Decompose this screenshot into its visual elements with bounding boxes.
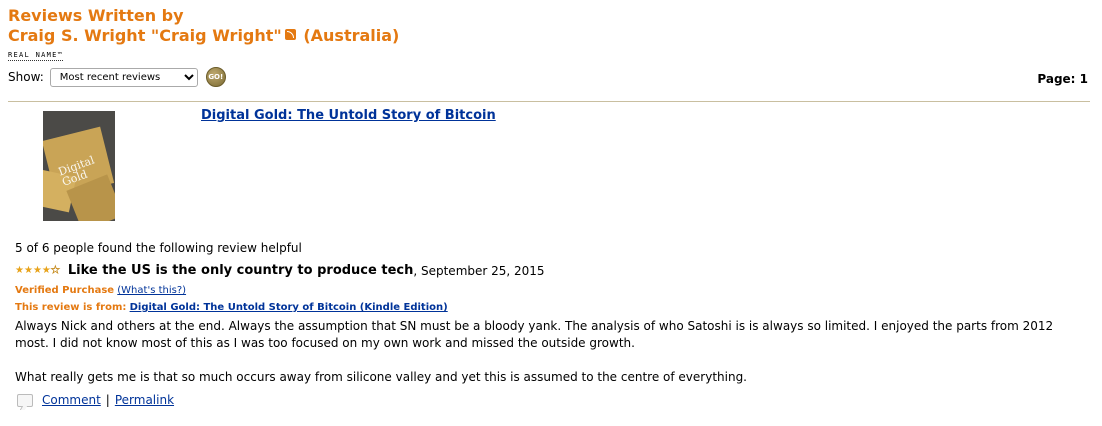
sort-select[interactable]: Most recent reviews: [49, 67, 198, 87]
helpful-votes: 5 of 6 people found the following review…: [15, 241, 302, 255]
go-button[interactable]: GO!: [205, 67, 226, 87]
star-rating: ★ ★ ★ ★ ★: [15, 264, 60, 276]
heading-line1: Reviews Written by: [8, 6, 184, 25]
product-title-link[interactable]: Digital Gold: The Untold Story of Bitcoi…: [201, 108, 496, 123]
review-paragraph: What really gets me is that so much occu…: [15, 370, 747, 384]
star-icon: ★: [15, 264, 24, 276]
review-header: ★ ★ ★ ★ ★ Like the US is the only country to…: [15, 263, 545, 278]
page-indicator: Page: 1: [1037, 72, 1088, 86]
real-name-badge[interactable]: REAL NAME™: [8, 51, 64, 61]
review-actions: Comment | Permalink: [17, 393, 174, 407]
comment-link[interactable]: Comment: [42, 393, 101, 407]
star-icon: ★: [41, 264, 51, 276]
permalink-link[interactable]: Permalink: [115, 393, 174, 407]
review-date: , September 25, 2015: [413, 263, 545, 278]
review-body: Always Nick and others at the end. Alway…: [15, 318, 1090, 403]
reviewer-location: (Australia): [303, 26, 400, 45]
separator: |: [105, 393, 110, 407]
rss-icon[interactable]: [284, 29, 296, 40]
book-cover-image[interactable]: Digital Gold: [43, 111, 115, 221]
page-heading: Reviews Written by Craig S. Wright "Crai…: [8, 6, 399, 46]
star-icon: ★: [50, 264, 60, 276]
show-label: Show:: [8, 70, 44, 84]
heading-line2: Craig S. Wright "Craig Wright" (Australi…: [8, 26, 399, 46]
whats-this-link[interactable]: (What's this?): [117, 285, 186, 296]
review-source-label: This review is from:: [15, 302, 127, 313]
star-icon: ★: [32, 264, 42, 276]
reviewer-name: Craig S. Wright "Craig Wright": [8, 26, 282, 45]
show-filter-row: Show: Most recent reviews GO!: [8, 66, 226, 88]
review-paragraph: Always Nick and others at the end. Alway…: [15, 319, 1054, 350]
review-source-link[interactable]: Digital Gold: The Untold Story of Bitcoi…: [130, 302, 448, 313]
verified-purchase-label: Verified Purchase: [15, 285, 115, 296]
comment-bubble-icon: [17, 393, 33, 407]
verified-purchase-line: Verified Purchase (What's this?): [15, 285, 186, 296]
review-title: Like the US is the only country to produ…: [67, 263, 414, 278]
review-source-line: This review is from: Digital Gold: The U…: [15, 302, 448, 313]
divider: [8, 101, 1090, 102]
star-icon: ★: [23, 264, 33, 276]
